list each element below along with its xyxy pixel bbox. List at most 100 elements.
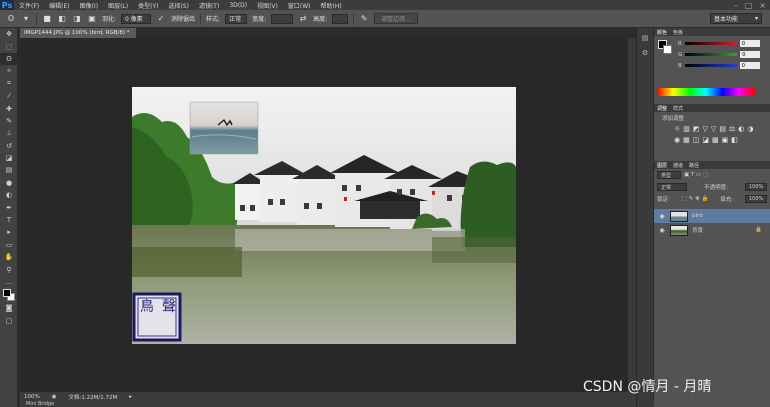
tab-color[interactable]: 颜色 [657,29,667,36]
canvas-image[interactable]: 鳥 聲 [132,87,516,344]
eye-icon[interactable]: ◉ [658,213,666,220]
panel-bg-swatch[interactable] [663,45,672,54]
properties-panel-icon[interactable]: ⚙ [642,49,648,57]
healing-brush-tool[interactable]: ✚ [0,102,18,114]
lasso-tool-icon[interactable]: ʘ [6,14,16,24]
info-icon[interactable]: ◉ [52,394,57,400]
brightness-icon[interactable]: ☼ [674,125,680,133]
menu-filter[interactable]: 滤镜(T) [194,1,224,10]
marquee-tool[interactable]: ⬚ [0,40,18,52]
subtract-selection-icon[interactable]: ◨ [72,14,82,24]
eyedropper-tool[interactable]: ⁄ [0,90,18,102]
menu-type[interactable]: 类型(Y) [133,1,163,10]
blur-tool[interactable]: ● [0,177,18,189]
layer-row-bird[interactable]: ◉ bird [654,209,770,223]
green-slider[interactable] [685,53,738,56]
more-tools[interactable]: … [0,276,18,288]
red-value-input[interactable]: 0 [739,40,760,47]
threshold-icon[interactable]: ▩ [712,136,719,144]
tab-adjustments[interactable]: 调整 [657,105,667,112]
tab-swatches[interactable]: 色板 [673,29,683,36]
menu-3d[interactable]: 3D(D) [224,2,252,9]
red-slider[interactable] [684,42,737,45]
document-tab[interactable]: IMGP1444.JPG @ 100% (bird, RGB/8) * [20,28,136,38]
lock-icons[interactable]: ⬚ ✎ ✥ 🔒 [682,196,709,202]
color-balance-icon[interactable]: ⚖ [729,125,735,133]
history-brush-tool[interactable]: ↺ [0,140,18,152]
channel-mixer-icon[interactable]: ◉ [674,136,680,144]
quick-mask-tool[interactable]: ◙ [0,302,18,314]
intersect-selection-icon[interactable]: ▣ [87,14,97,24]
menu-layer[interactable]: 图层(L) [103,1,133,10]
gradient-map-icon[interactable]: ◧ [731,136,738,144]
hand-tool[interactable]: ✋ [0,251,18,263]
swap-icon[interactable]: ⇄ [298,14,308,24]
tab-layers[interactable]: 图层 [657,162,667,169]
menu-image[interactable]: 图像(I) [75,1,103,10]
eye-icon[interactable]: ◉ [658,227,666,234]
photo-filter-icon[interactable]: ◑ [747,125,753,133]
clone-stamp-tool[interactable]: ⊥ [0,127,18,139]
green-value-input[interactable]: 0 [740,51,761,58]
blue-slider[interactable] [684,64,737,67]
invert-icon[interactable]: ◫ [693,136,700,144]
layer-kind-select[interactable]: 类型 [657,171,681,179]
tab-styles[interactable]: 样式 [673,105,683,112]
close-button[interactable]: × [759,1,766,10]
maximize-button[interactable]: □ [745,1,753,10]
move-tool[interactable]: ✥ [0,28,18,40]
zoom-level[interactable]: 100% [24,394,40,400]
dropdown-arrow-icon[interactable]: ▾ [21,14,31,24]
black-white-icon[interactable]: ◐ [738,125,744,133]
fill-input[interactable]: 100% [745,195,767,203]
brush-tool[interactable]: ✎ [0,115,18,127]
opacity-input[interactable]: 100% [744,183,767,191]
menu-file[interactable]: 文件(F) [14,1,44,10]
posterize-icon[interactable]: ◪ [702,136,709,144]
tab-channels[interactable]: 通道 [673,162,683,169]
color-spectrum[interactable] [657,88,755,96]
menu-select[interactable]: 选择(S) [163,1,194,10]
shape-tool[interactable]: ▭ [0,239,18,251]
refine-edge-button[interactable]: 调整边缘... [374,13,418,24]
blue-value-input[interactable]: 0 [739,62,760,69]
vibrance-icon[interactable]: ▽ [711,125,716,133]
minimize-button[interactable]: – [734,1,738,10]
status-arrow-icon[interactable]: ▸ [129,394,132,400]
selective-color-icon[interactable]: ▣ [722,136,729,144]
layer-name[interactable]: 背景 [692,226,703,234]
brush-icon[interactable]: ✎ [359,14,369,24]
width-input[interactable] [271,13,294,24]
color-lookup-icon[interactable]: ▦ [683,136,690,144]
layer-name[interactable]: bird [692,213,703,219]
screen-mode-tool[interactable]: ▢ [0,315,18,327]
quick-select-tool[interactable]: ✧ [0,65,18,77]
levels-icon[interactable]: ▥ [683,125,690,133]
menu-window[interactable]: 窗口(W) [283,1,316,10]
antialias-checkbox[interactable]: ✓ [156,14,166,24]
mini-bridge-tab[interactable]: Mini Bridge [26,401,54,407]
menu-edit[interactable]: 编辑(E) [44,1,74,10]
new-selection-icon[interactable]: ■ [42,14,52,24]
add-selection-icon[interactable]: ◧ [57,14,67,24]
workspace-select[interactable]: 基本功能 ▾ [710,13,762,24]
pen-tool[interactable]: ✒ [0,201,18,213]
blend-mode-select[interactable]: 正常 [657,183,687,191]
tab-paths[interactable]: 路径 [689,162,699,169]
history-panel-icon[interactable]: ▤ [642,34,649,42]
menu-view[interactable]: 视图(V) [252,1,283,10]
gradient-tool[interactable]: ▤ [0,164,18,176]
dodge-tool[interactable]: ◐ [0,189,18,201]
lasso-tool[interactable]: ʘ [0,52,18,66]
hue-saturation-icon[interactable]: ▤ [719,125,726,133]
height-input[interactable] [332,13,349,24]
color-swatches[interactable] [0,288,18,302]
style-select[interactable]: 正常 [225,13,248,24]
type-tool[interactable]: T [0,214,18,226]
vertical-scrollbar[interactable] [628,38,636,392]
feather-input[interactable]: 0 像素 [121,13,152,24]
foreground-color-swatch[interactable] [3,289,11,298]
path-select-tool[interactable]: ▸ [0,226,18,238]
eraser-tool[interactable]: ◪ [0,152,18,164]
curves-icon[interactable]: ◩ [693,125,700,133]
